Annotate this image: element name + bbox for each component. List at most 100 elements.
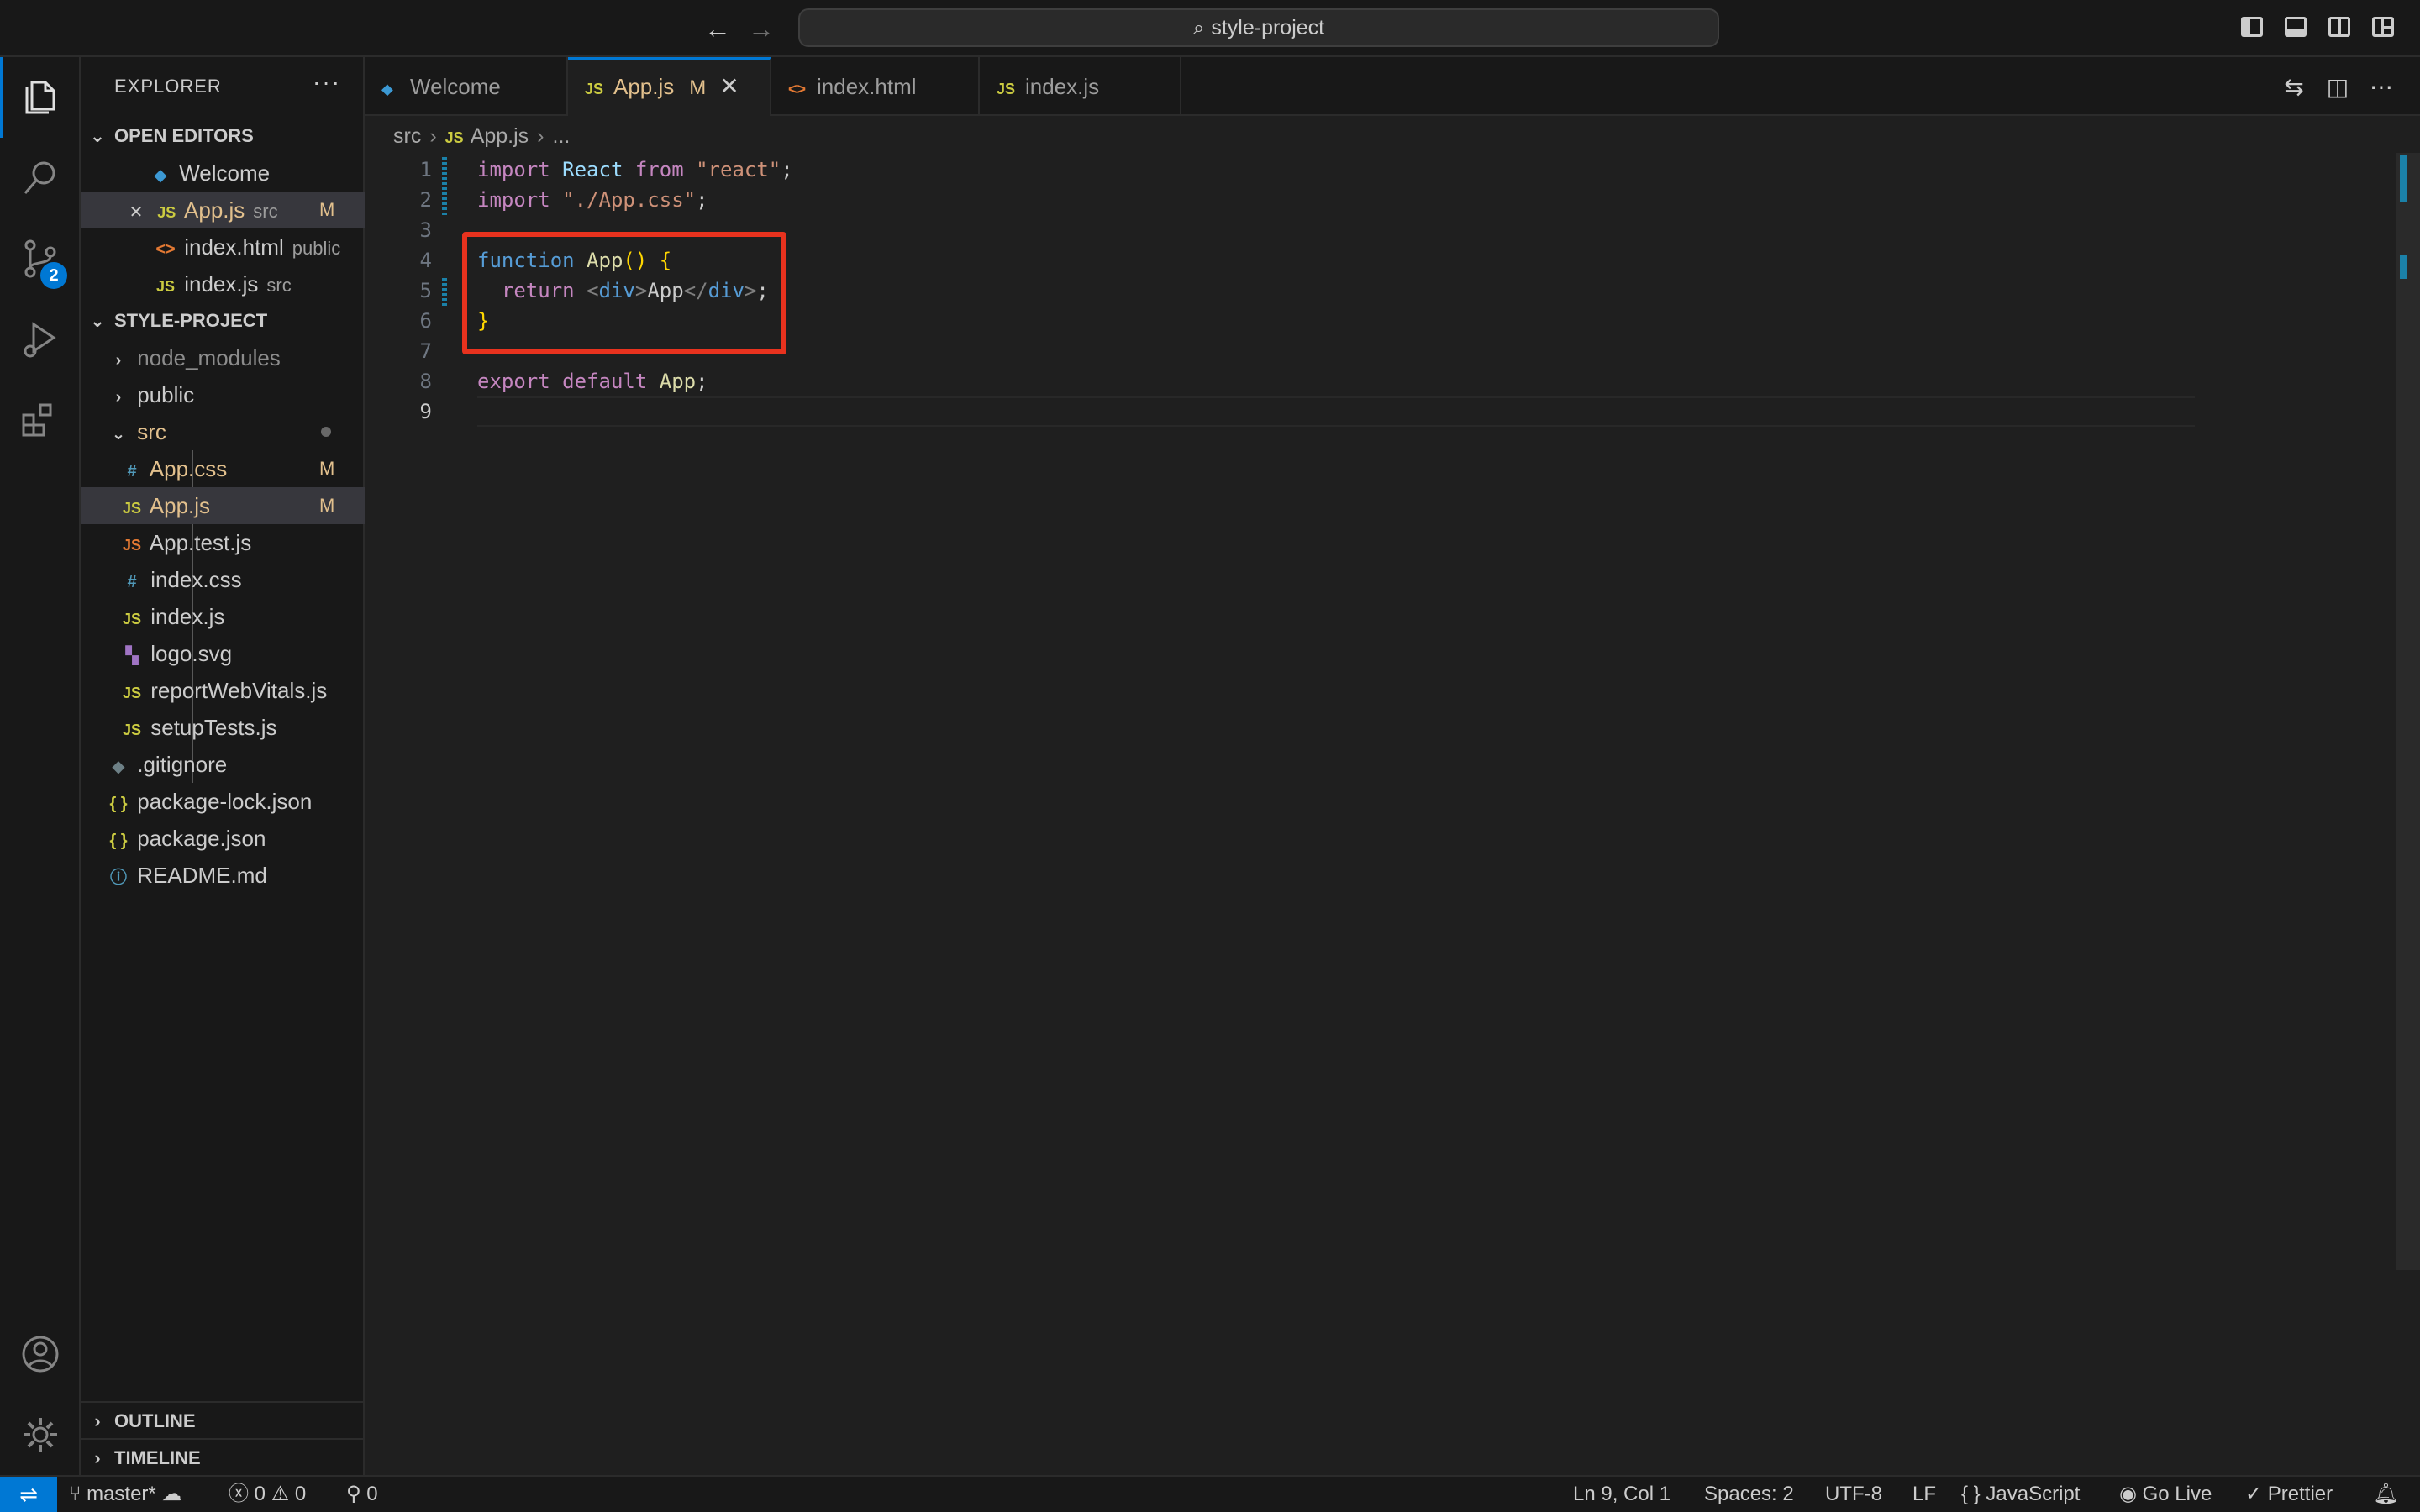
- source-control-activity-button[interactable]: 2: [0, 218, 81, 299]
- tree-item-label: reportWebVitals.js: [150, 678, 328, 703]
- tree-item-src[interactable]: ⌄ src: [81, 413, 365, 450]
- go-live-label: Go Live: [2142, 1483, 2212, 1505]
- tree-item-label: public: [137, 382, 195, 407]
- search-icon: [24, 161, 55, 194]
- bell-icon[interactable]: 🔔︎: [2373, 1477, 2398, 1512]
- extensions-activity-button[interactable]: [0, 380, 81, 460]
- tab-index-html[interactable]: <> index.html: [771, 57, 980, 116]
- forward-arrow-icon[interactable]: →: [744, 12, 778, 45]
- tree-item-package-json[interactable]: { } package.json: [81, 820, 365, 857]
- ports-status[interactable]: ⚲ 0: [346, 1477, 378, 1512]
- search-activity-button[interactable]: [0, 138, 81, 218]
- accounts-activity-button[interactable]: [0, 1314, 81, 1394]
- css-file-icon: #: [127, 462, 137, 480]
- scrollbar-change-marker: [2400, 255, 2407, 279]
- js-file-icon: JS: [155, 278, 176, 295]
- branch-icon: ⑂: [69, 1483, 82, 1505]
- tree-item-setup-tests[interactable]: JS setupTests.js: [81, 709, 365, 746]
- chevron-right-icon: ›: [429, 124, 437, 148]
- line-number: 9: [419, 400, 432, 423]
- more-actions-icon[interactable]: ⋯: [2366, 72, 2396, 102]
- breadcrumb-symbols[interactable]: ...: [553, 124, 571, 148]
- more-actions-icon[interactable]: ···: [313, 69, 341, 96]
- tree-item-node-modules[interactable]: › node_modules: [81, 339, 365, 376]
- tree-item-index-js[interactable]: JS index.js: [81, 598, 365, 635]
- chevron-right-icon: ›: [94, 1447, 101, 1468]
- prettier-status[interactable]: ✓ Prettier: [2245, 1477, 2333, 1512]
- git-file-icon: ◆: [112, 758, 125, 776]
- go-live-status[interactable]: ◉ Go Live: [2119, 1477, 2212, 1512]
- check-icon: ✓: [2245, 1483, 2263, 1505]
- sync-icon: ☁: [161, 1483, 182, 1505]
- code-line-4: function App() {: [477, 249, 672, 272]
- toggle-primary-sidebar-icon[interactable]: [2238, 13, 2265, 40]
- indentation-status[interactable]: Spaces: 2: [1704, 1477, 1794, 1512]
- open-editors-section[interactable]: ⌄ OPEN EDITORS: [81, 118, 365, 155]
- open-editor-index-html[interactable]: <> index.html public: [81, 228, 365, 265]
- breadcrumb: src › JS App.js ›...: [365, 119, 2420, 153]
- line-number: 5: [419, 279, 432, 302]
- tree-item-readme[interactable]: ⓘ README.md: [81, 857, 365, 894]
- tree-item-label: .gitignore: [137, 752, 228, 777]
- tab-app-js[interactable]: JS App.js M ✕: [568, 57, 771, 116]
- open-changes-icon[interactable]: ⇆: [2279, 72, 2309, 102]
- language-status[interactable]: { } JavaScript: [1961, 1477, 2080, 1512]
- tree-item-logo-svg[interactable]: ▚ logo.svg: [81, 635, 365, 672]
- problems-status[interactable]: ⓧ 0 ⚠ 0: [229, 1477, 306, 1512]
- open-editor-index-js[interactable]: JS index.js src: [81, 265, 365, 302]
- breadcrumb-file[interactable]: App.js: [471, 124, 529, 148]
- customize-layout-icon[interactable]: [2370, 13, 2396, 40]
- timeline-section[interactable]: › TIMELINE: [81, 1438, 365, 1475]
- broadcast-icon: ◉: [2119, 1483, 2137, 1505]
- command-center-search[interactable]: ⌕ style-project: [798, 8, 1719, 47]
- tree-item-app-test-js[interactable]: JS App.test.js: [81, 524, 365, 561]
- error-icon: ⓧ: [229, 1483, 249, 1505]
- tab-welcome[interactable]: ◆ Welcome: [365, 57, 568, 116]
- breadcrumb-folder[interactable]: src: [393, 124, 421, 148]
- tree-item-report-web-vitals[interactable]: JS reportWebVitals.js: [81, 672, 365, 709]
- tree-item-label: App.css: [149, 456, 228, 481]
- tree-item-app-js[interactable]: JS App.js M: [81, 487, 365, 524]
- toggle-secondary-sidebar-icon[interactable]: [2326, 13, 2353, 40]
- outline-section[interactable]: › OUTLINE: [81, 1401, 365, 1438]
- modified-indicator: M: [319, 495, 335, 516]
- tree-item-package-lock[interactable]: { } package-lock.json: [81, 783, 365, 820]
- open-editor-app-js[interactable]: ✕ JS App.js src M: [81, 192, 365, 228]
- toggle-panel-icon[interactable]: [2282, 13, 2309, 40]
- tree-item-public[interactable]: › public: [81, 376, 365, 413]
- chevron-right-icon: ›: [537, 124, 544, 148]
- tree-item-gitignore[interactable]: ◆ .gitignore: [81, 746, 365, 783]
- manage-activity-button[interactable]: [0, 1394, 81, 1475]
- cursor-position-status[interactable]: Ln 9, Col 1: [1573, 1477, 1670, 1512]
- tree-item-label: README.md: [137, 863, 267, 888]
- close-icon[interactable]: ✕: [719, 73, 739, 99]
- tree-item-label: index.js: [150, 604, 225, 629]
- tree-item-label: logo.svg: [150, 641, 233, 666]
- back-arrow-icon[interactable]: ←: [701, 12, 734, 45]
- tab-index-js[interactable]: JS index.js: [980, 57, 1181, 116]
- open-editor-welcome[interactable]: ◆ Welcome: [81, 155, 365, 192]
- editor-scrollbar[interactable]: [2396, 153, 2420, 1270]
- tree-item-label: package.json: [137, 826, 266, 851]
- line-number: 4: [419, 249, 432, 272]
- tree-item-app-css[interactable]: # App.css M: [81, 450, 365, 487]
- tree-item-index-css[interactable]: # index.css: [81, 561, 365, 598]
- code-editor[interactable]: 1 2 3 4 5 6 7 8 9 import React from "rea…: [365, 153, 2420, 1475]
- tree-item-label: node_modules: [137, 345, 281, 370]
- explorer-activity-button[interactable]: [0, 57, 81, 138]
- tree-item-label: index.css: [150, 567, 242, 592]
- close-icon[interactable]: ✕: [124, 194, 148, 228]
- line-number: 8: [419, 370, 432, 393]
- run-debug-activity-button[interactable]: [0, 299, 81, 380]
- encoding-status[interactable]: UTF-8: [1825, 1477, 1882, 1512]
- tree-item-label: setupTests.js: [150, 715, 277, 740]
- split-editor-icon[interactable]: ◫: [2323, 72, 2353, 102]
- branch-status[interactable]: ⑂ master* ☁: [69, 1477, 182, 1512]
- js-file-icon: JS: [122, 722, 142, 738]
- chevron-down-icon: ⌄: [89, 125, 106, 146]
- remote-indicator-icon[interactable]: ⇌: [0, 1477, 57, 1512]
- vscode-icon: ◆: [154, 166, 167, 185]
- eol-status[interactable]: LF: [1912, 1477, 1936, 1512]
- open-editors-label: OPEN EDITORS: [114, 125, 254, 146]
- project-section[interactable]: ⌄ STYLE-PROJECT: [81, 302, 365, 339]
